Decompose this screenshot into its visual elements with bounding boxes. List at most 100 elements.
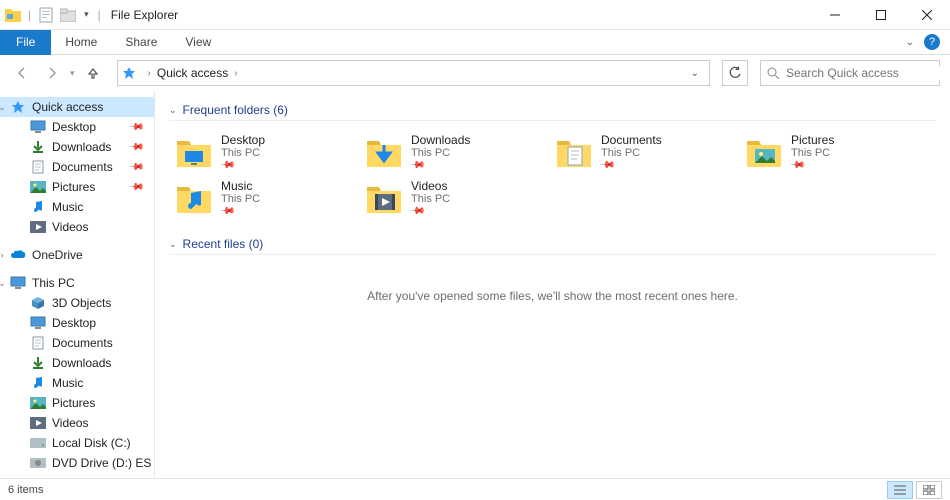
forward-button[interactable] [40, 61, 64, 85]
sidebar-item-pc[interactable]: Music [0, 373, 154, 393]
sidebar-label: DVD Drive (D:) ES [52, 456, 151, 470]
search-box[interactable] [760, 60, 940, 86]
sidebar-item-pc[interactable]: Local Disk (C:) [0, 433, 154, 453]
expand-chevron-icon[interactable]: › [0, 250, 8, 260]
sidebar-label: Videos [52, 416, 88, 430]
sidebar-label: Pictures [52, 396, 95, 410]
section-recent-files[interactable]: ⌄ Recent files (0) [169, 237, 936, 255]
tab-view[interactable]: View [171, 30, 225, 55]
sidebar-item-qa[interactable]: Downloads 📌 [0, 137, 154, 157]
new-folder-icon[interactable] [59, 4, 77, 26]
folder-big-icon [745, 133, 783, 171]
sidebar-label: Desktop [52, 120, 96, 134]
folder-icon [30, 119, 46, 135]
section-title: Recent files (0) [183, 237, 264, 251]
close-button[interactable] [904, 0, 950, 30]
pin-icon: 📌 [127, 139, 144, 156]
sidebar-item-onedrive[interactable]: › OneDrive [0, 245, 154, 265]
sidebar-item-quick-access[interactable]: ⌄ Quick access [0, 97, 154, 117]
tab-home[interactable]: Home [51, 30, 111, 55]
address-bar[interactable]: › Quick access › ⌄ [117, 60, 710, 86]
folder-name: Documents [601, 133, 662, 147]
search-icon [767, 67, 780, 80]
sidebar-label: Videos [52, 220, 88, 234]
help-button[interactable]: ? [924, 34, 940, 50]
sidebar-label: Downloads [52, 140, 111, 154]
expand-chevron-icon[interactable]: ⌄ [0, 102, 8, 113]
view-large-icons-button[interactable] [916, 481, 942, 499]
sidebar-item-this-pc[interactable]: ⌄ This PC [0, 273, 154, 293]
folder-name: Music [221, 179, 260, 193]
up-button[interactable] [81, 61, 105, 85]
sidebar-item-qa[interactable]: Documents📌 [0, 157, 154, 177]
folder-item[interactable]: VideosThis PC📌 [359, 177, 549, 219]
sidebar-item-pc[interactable]: 3D Objects [0, 293, 154, 313]
folder-icon [30, 395, 46, 411]
folder-icon [30, 139, 46, 155]
folder-icon [30, 295, 46, 311]
qat-customize-chevron-icon[interactable]: ▾ [81, 9, 92, 20]
folder-icon [30, 219, 46, 235]
back-button[interactable] [10, 61, 34, 85]
breadcrumb-current[interactable]: Quick access [157, 66, 228, 80]
folder-item[interactable]: DownloadsThis PC📌 [359, 131, 549, 173]
search-input[interactable] [786, 66, 941, 80]
folder-big-icon [365, 133, 403, 171]
pin-icon: 📌 [221, 206, 260, 217]
sidebar-label: Desktop [52, 316, 96, 330]
breadcrumb-chevron-icon[interactable]: › [148, 68, 151, 79]
pin-icon: 📌 [411, 206, 450, 217]
section-frequent-folders[interactable]: ⌄ Frequent folders (6) [169, 103, 936, 121]
expand-chevron-icon[interactable]: ⌄ [0, 278, 8, 289]
sidebar-item-pc[interactable]: Documents [0, 333, 154, 353]
properties-icon[interactable] [37, 4, 55, 26]
content-area[interactable]: ⌄ Frequent folders (6) DesktopThis PC📌Do… [155, 91, 950, 478]
folder-big-icon [175, 179, 213, 217]
sidebar-item-pc[interactable]: DVD Drive (D:) ES [0, 453, 154, 473]
tab-file[interactable]: File [0, 30, 51, 55]
history-chevron-icon[interactable]: ▾ [70, 68, 75, 79]
sidebar-item-qa[interactable]: Music [0, 197, 154, 217]
navigation-pane[interactable]: ‹ ⌄ Quick access Desktop📌Downloads📌Docum… [0, 91, 155, 478]
maximize-button[interactable] [858, 0, 904, 30]
folder-location: This PC [411, 147, 470, 159]
section-chevron-icon[interactable]: ⌄ [169, 239, 177, 250]
folder-icon [30, 159, 46, 175]
refresh-button[interactable] [722, 60, 748, 86]
sidebar-label: Documents [52, 160, 113, 174]
sidebar-item-pc[interactable]: Desktop [0, 313, 154, 333]
folder-icon [30, 335, 46, 351]
sidebar-label: Downloads [52, 356, 111, 370]
folder-icon [30, 315, 46, 331]
pin-icon: 📌 [791, 160, 834, 171]
sidebar-item-qa[interactable]: Videos [0, 217, 154, 237]
folder-icon [30, 179, 46, 195]
breadcrumb-chevron-icon[interactable]: › [234, 68, 237, 79]
folder-big-icon [365, 179, 403, 217]
sidebar-label: Documents [52, 336, 113, 350]
sidebar-label: Music [52, 376, 83, 390]
pin-icon: 📌 [127, 119, 144, 136]
sidebar-item-pc[interactable]: Downloads [0, 353, 154, 373]
sidebar-item-qa[interactable]: Pictures📌 [0, 177, 154, 197]
section-chevron-icon[interactable]: ⌄ [169, 105, 177, 116]
sidebar-item-pc[interactable]: Videos [0, 413, 154, 433]
ribbon-collapse-chevron-icon[interactable]: ⌄ [900, 37, 920, 48]
sidebar-label: Local Disk (C:) [52, 436, 131, 450]
view-details-button[interactable] [887, 481, 913, 499]
folder-item[interactable]: PicturesThis PC📌 [739, 131, 929, 173]
sidebar-item-pc[interactable]: Pictures [0, 393, 154, 413]
sidebar-item-qa[interactable]: Desktop 📌 [0, 117, 154, 137]
folder-item[interactable]: DesktopThis PC📌 [169, 131, 359, 173]
sidebar-label: OneDrive [32, 248, 83, 262]
qat-separator: | [28, 8, 31, 22]
tab-share[interactable]: Share [111, 30, 171, 55]
folder-name: Downloads [411, 133, 470, 147]
address-dropdown-chevron-icon[interactable]: ⌄ [685, 68, 705, 79]
folder-item[interactable]: DocumentsThis PC📌 [549, 131, 739, 173]
minimize-button[interactable] [812, 0, 858, 30]
title-bar: | ▾ | File Explorer [0, 0, 950, 30]
folder-icon [30, 435, 46, 451]
folder-item[interactable]: MusicThis PC📌 [169, 177, 359, 219]
folder-icon [30, 199, 46, 215]
